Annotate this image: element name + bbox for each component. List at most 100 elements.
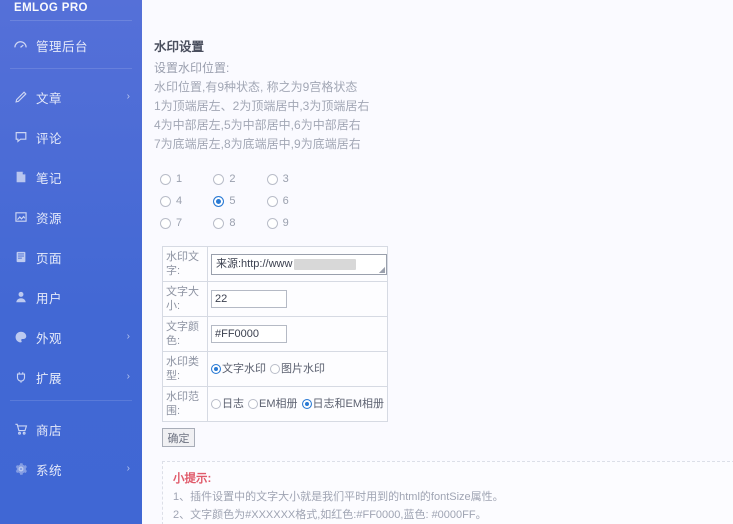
radio-icon[interactable] (211, 399, 221, 409)
sidebar-item-2[interactable]: 评论 (0, 117, 142, 157)
sidebar-item-label: 外观 (36, 331, 63, 346)
cart-icon (12, 421, 29, 438)
table-row-watermark-scope: 水印范围: 日志 EM相册 日志和EM相册 (162, 386, 388, 422)
radio-icon[interactable] (266, 217, 278, 229)
sidebar-item-0[interactable]: 管理后台 (0, 25, 142, 69)
tip-box: 小提示: 1、插件设置中的文字大小就是我们平时用到的html的fontSize属… (162, 461, 733, 524)
note-icon (12, 169, 29, 186)
watermark-type-radios: 文字水印 图片水印 (211, 361, 385, 378)
sidebar-item-10[interactable]: 系统 › (0, 449, 142, 489)
sidebar-item-label: 用户 (36, 291, 63, 306)
label-watermark-text: 水印文字: (162, 246, 208, 282)
sidebar-item-8[interactable]: 扩展 › (0, 357, 142, 401)
sidebar-item-6[interactable]: 用户 (0, 277, 142, 317)
radio-icon[interactable] (160, 195, 171, 207)
position-radio-9[interactable]: 9 (266, 217, 320, 229)
watermark-scope-日志[interactable]: 日志 (211, 397, 244, 411)
position-radio-label: 3 (282, 173, 289, 185)
table-row-font-color: 文字颜色: #FF0000 (162, 316, 388, 352)
position-radio-row: 1 2 3 (160, 168, 320, 190)
position-radio-3[interactable]: 3 (266, 173, 320, 185)
radio-icon[interactable] (248, 399, 258, 409)
watermark-scope-label: 日志 (222, 398, 244, 410)
table-row-watermark-type: 水印类型: 文字水印 图片水印 (162, 351, 388, 387)
watermark-type-label: 图片水印 (281, 363, 325, 375)
sidebar-item-3[interactable]: 笔记 (0, 157, 142, 197)
sidebar-item-label: 资源 (36, 211, 63, 226)
radio-icon[interactable] (213, 217, 225, 229)
admin-page: EMLOG PRO 管理后台 文章 › 评论 笔记 资源 页面 用户 外观 › 扩展 › 商店 系统 › 水… (0, 0, 733, 524)
position-radio-label: 2 (229, 173, 236, 185)
page-subtitle: 设置水印位置: (154, 61, 230, 75)
description-line: 1为顶端居左、2为顶端居中,3为顶端居右 (154, 99, 370, 113)
tip-line: 1、插件设置中的文字大小就是我们平时用到的html的fontSize属性。 (173, 491, 504, 503)
position-radio-2[interactable]: 2 (213, 173, 266, 185)
position-radio-7[interactable]: 7 (160, 217, 213, 229)
watermark-text-value: 来源:http://www (216, 258, 293, 270)
radio-icon[interactable] (266, 195, 278, 207)
position-radio-label: 4 (176, 195, 183, 207)
sidebar-item-4[interactable]: 资源 (0, 197, 142, 237)
position-radio-label: 5 (229, 195, 236, 207)
position-radio-label: 7 (176, 217, 183, 229)
position-radio-row: 7 8 9 (160, 212, 320, 234)
watermark-scope-EM相册[interactable]: EM相册 (248, 397, 298, 411)
position-radio-row: 4 5 6 (160, 190, 320, 212)
position-radio-6[interactable]: 6 (266, 195, 320, 207)
watermark-type-文字水印[interactable]: 文字水印 (211, 362, 266, 376)
position-radio-4[interactable]: 4 (160, 195, 213, 207)
radio-icon[interactable] (301, 399, 312, 409)
watermark-scope-radios: 日志 EM相册 日志和EM相册 (211, 396, 385, 413)
sidebar-item-label: 管理后台 (36, 39, 89, 54)
tip-line: 2、文字颜色为#XXXXXX格式,如红色:#FF0000,蓝色: #0000FF… (173, 508, 487, 521)
radio-icon[interactable] (211, 364, 221, 374)
font-size-input[interactable]: 22 (211, 290, 287, 308)
resize-grip-icon[interactable]: ◢ (379, 265, 385, 274)
label-watermark-scope: 水印范围: (162, 386, 208, 422)
label-font-color: 文字颜色: (162, 316, 208, 352)
main-content: 水印设置 设置水印位置: 水印位置,有9种状态, 称之为9宫格状态 1为顶端居左、… (142, 0, 733, 524)
submit-button[interactable]: 确定 (162, 428, 195, 447)
position-description: 水印位置,有9种状态, 称之为9宫格状态 1为顶端居左、2为顶端居中,3为顶端居右… (154, 78, 733, 154)
sidebar-item-5[interactable]: 页面 (0, 237, 142, 277)
brand-text: EMLOG PRO (14, 2, 88, 14)
sidebar-item-1[interactable]: 文章 › (0, 77, 142, 117)
position-radio-label: 8 (229, 217, 236, 229)
radio-icon[interactable] (160, 217, 171, 229)
sidebar-item-7[interactable]: 外观 › (0, 317, 142, 357)
label-font-size: 文字大小: (162, 281, 208, 317)
sidebar: EMLOG PRO 管理后台 文章 › 评论 笔记 资源 页面 用户 外观 › 扩展 › 商店 系统 › (0, 0, 142, 524)
position-radio-8[interactable]: 8 (213, 217, 266, 229)
font-color-input[interactable]: #FF0000 (211, 325, 287, 343)
sidebar-item-label: 文章 (36, 91, 63, 106)
watermark-type-label: 文字水印 (222, 363, 266, 375)
description-line: 水印位置,有9种状态, 称之为9宫格状态 (154, 80, 358, 94)
radio-icon[interactable] (213, 195, 225, 207)
tip-title: 小提示: (173, 473, 212, 485)
label-watermark-type: 水印类型: (162, 351, 208, 387)
position-radio-1[interactable]: 1 (160, 173, 213, 185)
radio-icon[interactable] (213, 173, 225, 185)
user-icon (12, 289, 29, 306)
sidebar-item-label: 评论 (36, 131, 63, 146)
sidebar-item-9[interactable]: 商店 (0, 409, 142, 449)
sidebar-item-label: 系统 (36, 463, 63, 478)
media-icon (12, 209, 29, 226)
chevron-right-icon: › (126, 91, 130, 102)
radio-icon[interactable] (270, 364, 280, 374)
watermark-scope-日志和EM相册[interactable]: 日志和EM相册 (301, 397, 384, 411)
table-row-watermark-text: 水印文字: 来源:http://www ◢ (162, 246, 388, 282)
sidebar-top-divider (10, 20, 132, 21)
position-radio-5[interactable]: 5 (213, 195, 266, 207)
tip-lines: 1、插件设置中的文字大小就是我们平时用到的html的fontSize属性。 2、文… (173, 489, 724, 524)
radio-icon[interactable] (266, 173, 278, 185)
dashboard-icon (12, 37, 29, 54)
brand-logo[interactable]: EMLOG PRO (0, 0, 142, 14)
sidebar-nav: 管理后台 文章 › 评论 笔记 资源 页面 用户 外观 › 扩展 › 商店 系统 › (0, 25, 142, 489)
position-radio-grid: 1 2 3 4 5 6 7 8 9 (160, 168, 320, 234)
watermark-text-input[interactable]: 来源:http://www ◢ (211, 253, 387, 275)
watermark-type-图片水印[interactable]: 图片水印 (270, 362, 325, 376)
radio-icon[interactable] (160, 173, 171, 185)
page-title: 水印设置 (154, 40, 205, 54)
